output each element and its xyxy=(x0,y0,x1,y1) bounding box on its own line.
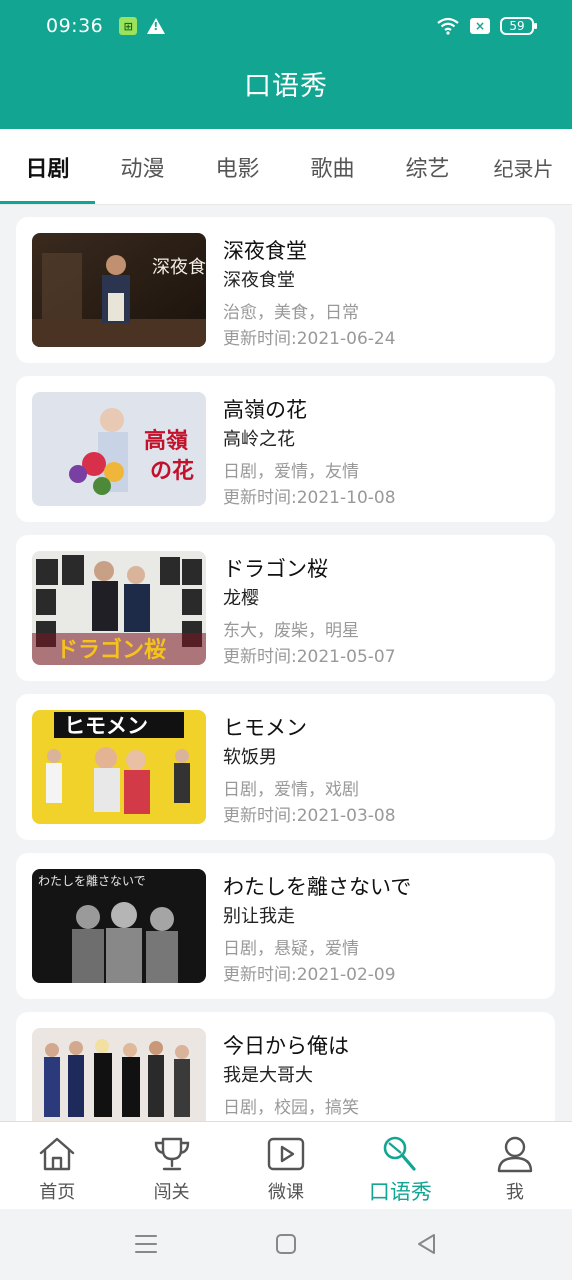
show-card[interactable]: 高嶺 の花 高嶺の花 高岭之花 日剧，爱情，友情 更新时间:2021-10-08 xyxy=(16,376,555,522)
show-subtitle: 别让我走 xyxy=(223,906,295,927)
poster-title-text: わたしを離さないで xyxy=(38,874,146,888)
home-icon xyxy=(40,1137,75,1171)
show-title: 高嶺の花 xyxy=(223,398,307,422)
microphone-icon xyxy=(384,1136,417,1171)
show-poster xyxy=(32,1028,206,1121)
show-subtitle: 软饭男 xyxy=(223,747,277,768)
nav-oral-show-label: 口语秀 xyxy=(368,1180,432,1204)
show-title: 今日から俺は xyxy=(223,1034,349,1058)
show-update-date: 更新时间:2021-05-07 xyxy=(223,647,396,667)
show-list: 深夜食堂 深夜食堂 深夜食堂 治愈，美食，日常 更新时间:2021-06-24 … xyxy=(0,205,572,1121)
show-poster: 高嶺 の花 xyxy=(32,392,206,506)
show-update-date: 更新时间:2021-06-24 xyxy=(223,329,396,349)
show-poster: わたしを離さないで xyxy=(32,869,206,983)
show-card[interactable]: 今日から俺は 我是大哥大 日剧，校园，搞笑 xyxy=(16,1012,555,1121)
show-card[interactable]: わたしを離さないで わたしを離さないで 别让我走 日剧，悬疑，爱情 更新时间:2… xyxy=(16,853,555,999)
show-update-date: 更新时间:2021-03-08 xyxy=(223,806,396,826)
show-tags: 东大，废柴，明星 xyxy=(223,621,359,641)
category-tabs: 日剧 动漫 电影 歌曲 综艺 纪录片 xyxy=(0,129,572,205)
home-button-icon[interactable] xyxy=(273,1231,299,1257)
show-poster: ヒモメン xyxy=(32,710,206,824)
active-tab-indicator xyxy=(0,201,95,204)
wifi-icon xyxy=(437,17,459,35)
user-icon xyxy=(497,1136,533,1173)
nav-challenge-label: 闯关 xyxy=(153,1182,190,1203)
nav-home[interactable]: 首页 xyxy=(0,1122,114,1209)
app-header: 09:36 ⊞ × 59 口语秀 xyxy=(0,0,572,129)
menu-icon[interactable] xyxy=(133,1231,159,1257)
show-subtitle: 高岭之花 xyxy=(223,429,295,450)
nav-micro-course[interactable]: 微课 xyxy=(229,1122,343,1209)
tab-songs[interactable]: 歌曲 xyxy=(285,129,380,205)
back-icon[interactable] xyxy=(414,1231,440,1257)
tab-variety[interactable]: 综艺 xyxy=(380,129,475,205)
show-tags: 治愈，美食，日常 xyxy=(223,303,359,323)
show-tags: 日剧，校园，搞笑 xyxy=(223,1098,359,1118)
nav-challenge[interactable]: 闯关 xyxy=(114,1122,228,1209)
show-card[interactable]: 深夜食堂 深夜食堂 深夜食堂 治愈，美食，日常 更新时间:2021-06-24 xyxy=(16,217,555,363)
page-title: 口语秀 xyxy=(244,71,328,102)
trophy-icon xyxy=(154,1137,189,1171)
tab-documentary[interactable]: 纪录片 xyxy=(475,129,572,205)
show-title: ヒモメン xyxy=(223,716,307,740)
nav-me-label: 我 xyxy=(505,1182,524,1203)
svg-text:ヒモメン: ヒモメン xyxy=(64,714,148,738)
show-subtitle: 我是大哥大 xyxy=(223,1065,313,1086)
bottom-navigation: 首页 闯关 微课 口语秀 我 xyxy=(0,1121,572,1209)
nav-micro-course-label: 微课 xyxy=(268,1182,305,1203)
show-update-date: 更新时间:2021-02-09 xyxy=(223,965,396,985)
poster-title-text: 深夜食堂 xyxy=(152,257,206,278)
nav-me[interactable]: 我 xyxy=(458,1122,572,1209)
sim-icon: ⊞ xyxy=(119,17,138,35)
notification-badge-icon: × xyxy=(470,18,490,34)
system-navigation-bar xyxy=(0,1209,572,1280)
nav-oral-show[interactable]: 口语秀 xyxy=(343,1122,457,1209)
tab-movie[interactable]: 电影 xyxy=(190,129,285,205)
nav-home-label: 首页 xyxy=(39,1182,76,1203)
show-tags: 日剧，爱情，戏剧 xyxy=(223,780,359,800)
svg-text:高嶺: 高嶺 xyxy=(144,428,188,454)
show-title: わたしを離さないで xyxy=(223,875,412,899)
show-update-date: 更新时间:2021-10-08 xyxy=(223,488,396,508)
show-tags: 日剧，悬疑，爱情 xyxy=(223,939,359,959)
show-subtitle: 深夜食堂 xyxy=(223,270,295,291)
show-tags: 日剧，爱情，友情 xyxy=(223,462,359,482)
warning-icon xyxy=(147,18,166,34)
show-card[interactable]: ドラゴン桜 ドラゴン桜 龙樱 东大，废柴，明星 更新时间:2021-05-07 xyxy=(16,535,555,681)
status-time: 09:36 xyxy=(46,15,104,37)
status-bar: 09:36 ⊞ × 59 xyxy=(0,0,572,52)
battery-icon: 59 xyxy=(500,17,537,35)
show-subtitle: 龙樱 xyxy=(223,588,259,609)
play-icon xyxy=(267,1137,305,1171)
tab-anime[interactable]: 动漫 xyxy=(95,129,190,205)
show-poster: ドラゴン桜 xyxy=(32,551,206,665)
show-title: 深夜食堂 xyxy=(223,239,307,263)
tab-japanese-drama[interactable]: 日剧 xyxy=(0,129,95,205)
svg-text:の花: の花 xyxy=(150,458,194,484)
show-poster: 深夜食堂 xyxy=(32,233,206,347)
show-card[interactable]: ヒモメン ヒモメン 软饭男 日剧，爱情，戏剧 更新时间:2021-03-08 xyxy=(16,694,555,840)
show-title: ドラゴン桜 xyxy=(223,557,328,581)
svg-text:ドラゴン桜: ドラゴン桜 xyxy=(56,637,166,663)
